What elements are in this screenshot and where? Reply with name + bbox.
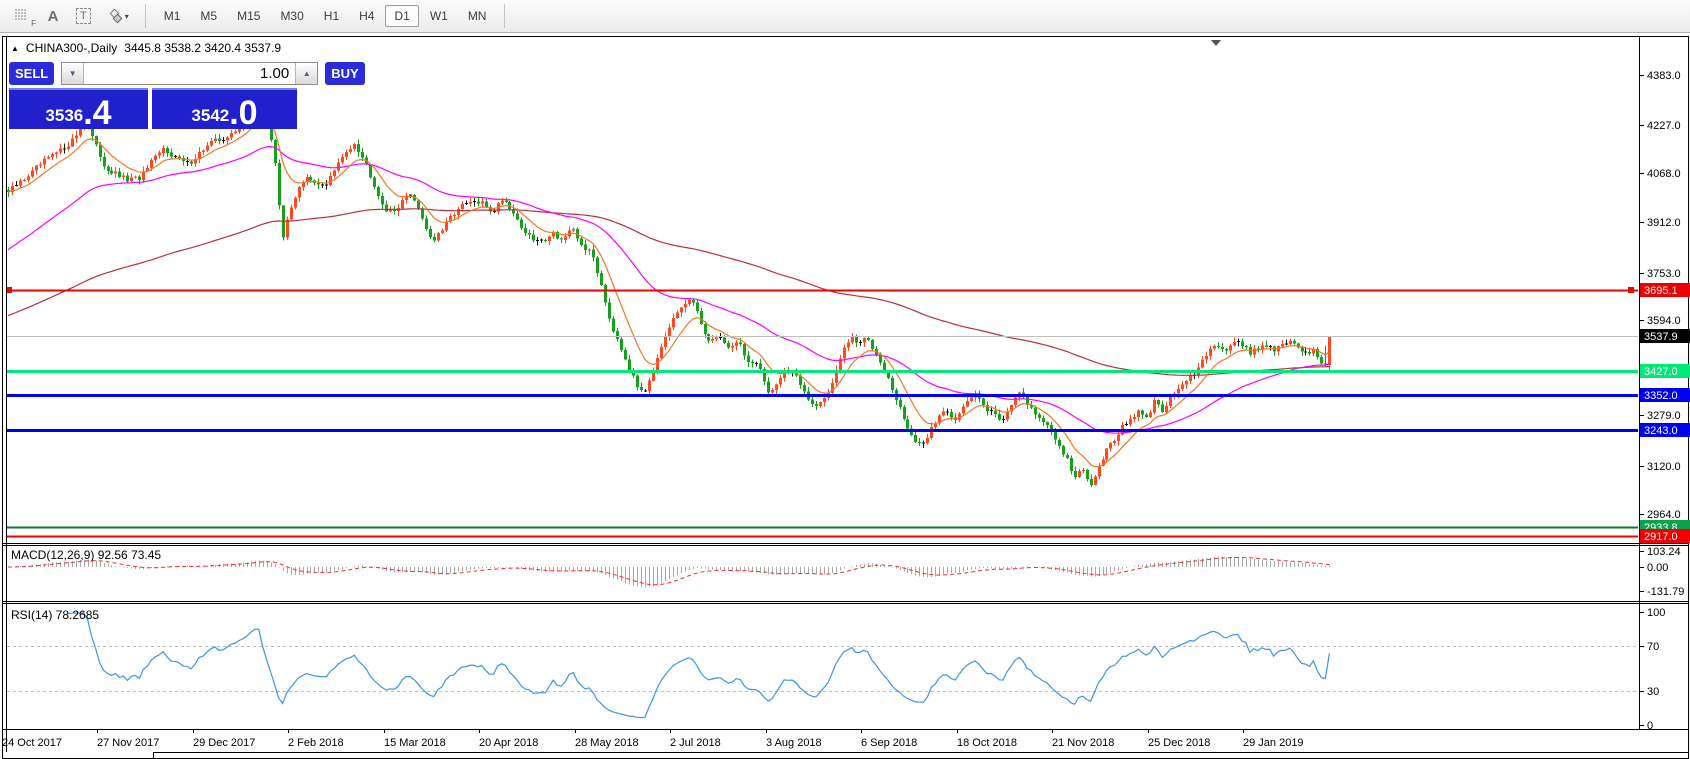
sell-price-fraction: .4: [83, 100, 111, 127]
timeframe-group: M1M5M15M30H1H4D1W1MN: [154, 5, 497, 27]
buy-button[interactable]: BUY: [325, 62, 364, 85]
macd-indicator-label: MACD(12,26,9) 92.56 73.45: [11, 548, 161, 562]
candles-layer: [7, 100, 1331, 487]
axis-label: 3753.0: [1647, 268, 1681, 280]
trading-platform-window: F A T ▾ M1M5M15M30H1H4D1W1MN 4383.0 4227.…: [0, 0, 1690, 759]
sell-price-main: 3536: [45, 107, 83, 124]
axis-label: 29 Jan 2019: [1243, 737, 1304, 749]
rsi-line: [68, 613, 1330, 718]
volume-decrease-button[interactable]: ▼: [62, 63, 84, 84]
axis-label: 3695.1: [1644, 285, 1678, 297]
chart-title: ▲ CHINA300-,Daily 3445.8 3538.2 3420.4 3…: [11, 41, 281, 55]
axis-label: 28 May 2018: [575, 737, 639, 749]
chart-borders: [3, 37, 1689, 759]
axis-label: 0: [1647, 720, 1653, 732]
timeframe-button-D1[interactable]: D1: [385, 5, 418, 27]
draw-objects-icon[interactable]: ▾: [101, 4, 135, 28]
axis-label: 29 Dec 2017: [193, 737, 255, 749]
diamonds-glyph: [107, 9, 123, 24]
buy-price-fraction: .0: [229, 100, 257, 127]
horizontal-lines-layer[interactable]: [6, 287, 1638, 537]
axis-label: 100: [1647, 607, 1665, 619]
rsi-layer: [7, 613, 1638, 718]
volume-increase-button[interactable]: ▲: [295, 63, 317, 84]
hline-handle[interactable]: [1628, 287, 1634, 293]
ohlc-values-label: 3445.8 3538.2 3420.4 3537.9: [124, 41, 281, 55]
axis-label: 0.00: [1647, 562, 1668, 574]
timeframe-button-M1[interactable]: M1: [155, 5, 190, 27]
one-click-trade-panel: SELL ▼ ▲ BUY 3536 .4 3542 .0: [9, 62, 298, 129]
axis-label: 3352.0: [1644, 390, 1678, 402]
timeframe-button-M30[interactable]: M30: [271, 5, 312, 27]
sell-button[interactable]: SELL: [9, 62, 54, 85]
axis-label: 70: [1647, 641, 1659, 653]
buy-price-main: 3542: [191, 107, 229, 124]
axis-label: 2 Feb 2018: [288, 737, 344, 749]
moving-averages-layer: [8, 119, 1329, 467]
rsi-indicator-label: RSI(14) 78.2685: [11, 608, 99, 622]
axis-label: -131.79: [1647, 586, 1684, 598]
axis-label: 3594.0: [1647, 315, 1681, 327]
axis-label: 20 Apr 2018: [479, 737, 538, 749]
axis-label: 30: [1647, 686, 1659, 698]
sell-price-display[interactable]: 3536 .4: [9, 88, 148, 129]
axis-label: 3279.0: [1647, 410, 1681, 422]
axis-label: 3427.0: [1644, 366, 1678, 378]
timeframe-button-H1[interactable]: H1: [315, 5, 348, 27]
axis-label: 3 Aug 2018: [766, 737, 822, 749]
text-annotation-icon[interactable]: A: [40, 4, 66, 28]
chevron-down-icon: ▾: [125, 12, 129, 21]
ma-fast-line: [8, 119, 1329, 467]
volume-stepper: ▼ ▲: [61, 62, 318, 85]
axis-label: 4383.0: [1647, 70, 1681, 82]
axis-label: 27 Nov 2017: [97, 737, 159, 749]
macd-signal-line: [8, 558, 1329, 585]
axis-label: 18 Oct 2018: [957, 737, 1017, 749]
text-box-icon[interactable]: T: [70, 4, 97, 28]
axis-label: 3243.0: [1644, 425, 1678, 437]
axis-label: 2917.0: [1644, 531, 1678, 543]
collapse-panel-icon[interactable]: ▲: [11, 44, 19, 53]
chart-templates-icon[interactable]: F: [8, 4, 36, 28]
axis-label: 15 Mar 2018: [384, 737, 446, 749]
symbol-period-label: CHINA300-,Daily: [26, 41, 117, 55]
axis-label: 6 Sep 2018: [861, 737, 917, 749]
grid-dots-glyph: [14, 8, 30, 24]
timeframe-button-M15[interactable]: M15: [228, 5, 269, 27]
templates-f-label: F: [31, 19, 36, 28]
toolbar: F A T ▾ M1M5M15M30H1H4D1W1MN: [0, 0, 1690, 33]
axis-label: 103.24: [1647, 546, 1681, 558]
timeframe-button-MN[interactable]: MN: [459, 5, 496, 27]
axis-label: 24 Oct 2017: [2, 737, 62, 749]
axis-label: 2 Jul 2018: [670, 737, 721, 749]
timeframe-button-W1[interactable]: W1: [421, 5, 457, 27]
axis-label: 4068.0: [1647, 168, 1681, 180]
timeframe-button-H4[interactable]: H4: [350, 5, 383, 27]
axis-label: 3537.9: [1644, 331, 1678, 343]
toolbar-separator: [145, 4, 146, 28]
toolbar-separator: [504, 4, 505, 28]
axis-label: 3120.0: [1647, 461, 1681, 473]
shift-marker-icon: [1211, 40, 1221, 46]
axis-label: 4227.0: [1647, 120, 1681, 132]
buy-price-display[interactable]: 3542 .0: [152, 88, 297, 129]
axis-label: 2964.0: [1647, 509, 1681, 521]
axis-label: 21 Nov 2018: [1052, 737, 1114, 749]
date-axis: 24 Oct 2017 27 Nov 2017 29 Dec 2017 2 Feb 2…: [2, 729, 1304, 749]
axis-label: 3912.0: [1647, 217, 1681, 229]
volume-input[interactable]: [84, 63, 295, 84]
timeframe-button-M5[interactable]: M5: [191, 5, 226, 27]
axis-label: 25 Dec 2018: [1148, 737, 1210, 749]
